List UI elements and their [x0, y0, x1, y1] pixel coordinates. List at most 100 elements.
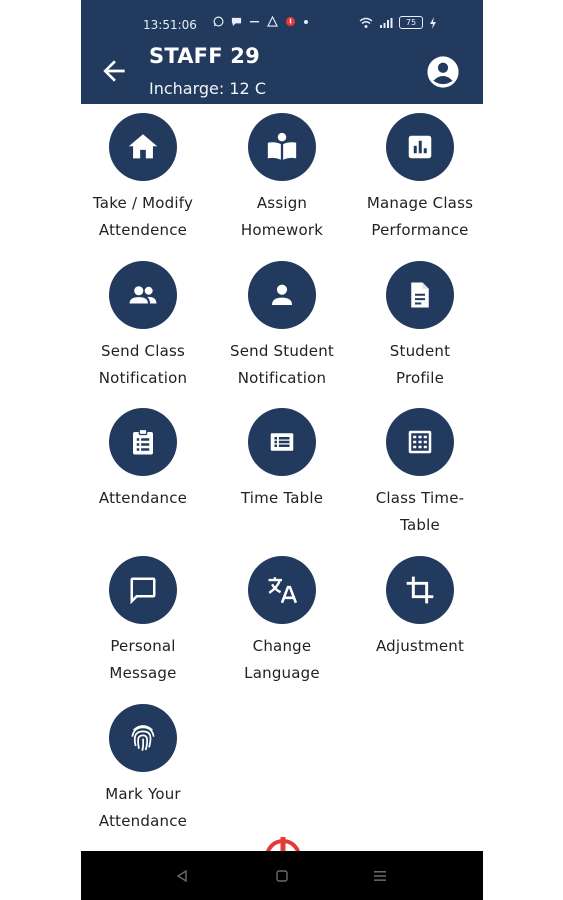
tile-manage-class-performance[interactable]: Manage Class Performance [351, 113, 483, 244]
tile-send-class-notification[interactable]: Send Class Notification [81, 261, 212, 392]
tile-label: Personal Message [81, 633, 212, 687]
clipboard-icon [133, 428, 153, 455]
tile-label-line-1: Time Table [240, 489, 324, 507]
tile-label-line-2: Attendance [98, 812, 188, 830]
tile-personal-message[interactable]: Personal Message [81, 556, 212, 687]
tile-label: Take / Modify Attendence [81, 190, 212, 244]
nav-recents-icon [374, 871, 386, 881]
nav-home-button[interactable] [271, 865, 293, 887]
system-nav-bar [81, 851, 483, 900]
app-bar: 13:51:06 75 STAFF 29 Incharge: 12 C [81, 0, 483, 104]
notification-icons [213, 16, 309, 27]
tile-label-line-1: Manage Class [366, 194, 474, 212]
tile-label-line-1: Change [252, 637, 312, 655]
fingerprint-icon [131, 725, 155, 751]
bar-chart-icon [408, 135, 432, 159]
tile-student-profile[interactable]: Student Profile [351, 261, 483, 392]
signal-icon [379, 17, 393, 29]
tile-label: Time Table [213, 485, 351, 512]
tile-mark-your-attendance[interactable]: Mark Your Attendance [81, 704, 212, 835]
battery-level: 75 [405, 18, 417, 27]
nav-recents-button[interactable] [369, 865, 391, 887]
document-icon [411, 282, 429, 308]
page-subtitle: Incharge: 12 C [149, 79, 266, 98]
tile-label-line-1: Student [389, 342, 451, 360]
dash-icon [249, 16, 260, 27]
page-title: STAFF 29 [149, 44, 260, 68]
crop-icon [406, 576, 434, 604]
tile-label-line-2: Language [244, 664, 320, 682]
account-circle-icon [427, 56, 459, 88]
tile-label: Send Class Notification [81, 338, 212, 392]
tile-attendance[interactable]: Attendance [81, 408, 212, 512]
group-icon [129, 286, 157, 304]
tile-label-line-2: Message [109, 664, 177, 682]
phone-screen: 13:51:06 75 STAFF 29 Incharge: 12 C Take… [81, 0, 483, 900]
tile-change-language[interactable]: Change Language [213, 556, 351, 687]
profile-button[interactable] [426, 55, 460, 89]
tile-label-line-1: Class Time- [375, 489, 465, 507]
tile-send-student-notification[interactable]: Send Student Notification [213, 261, 351, 392]
tile-icon-circle [109, 261, 177, 329]
tile-icon-circle [109, 704, 177, 772]
tile-label-line-2: Notification [237, 369, 327, 387]
tile-label: Mark Your Attendance [81, 781, 212, 835]
tile-label-line-1: Mark Your [105, 785, 181, 803]
nav-back-icon [176, 869, 187, 883]
status-bar: 13:51:06 75 [81, 14, 483, 36]
tile-label: Adjustment [351, 633, 483, 660]
tile-icon-circle [386, 113, 454, 181]
whatsapp-icon [213, 16, 224, 27]
person-icon [272, 284, 292, 305]
nav-home-icon [276, 870, 288, 882]
tile-label: Student Profile [351, 338, 483, 392]
chat-icon [231, 16, 242, 27]
tile-label-line-1: Take / Modify [92, 194, 194, 212]
dot-icon [303, 19, 309, 25]
translate-icon [268, 577, 298, 604]
chat-bubble-icon [130, 577, 156, 605]
tile-icon-circle [109, 408, 177, 476]
tile-label-line-1: Attendance [98, 489, 188, 507]
tile-label-line-1: Send Class [100, 342, 185, 360]
tile-label-line-2: Attendence [98, 221, 188, 239]
tile-label-line-2: Homework [240, 221, 324, 239]
tile-icon-circle [248, 261, 316, 329]
tile-take-modify-attendence[interactable]: Take / Modify Attendence [81, 113, 212, 244]
book-reader-icon [267, 132, 297, 160]
tile-label: Send Student Notification [213, 338, 351, 392]
status-time: 13:51:06 [143, 18, 197, 32]
tile-label: Manage Class Performance [351, 190, 483, 244]
tile-label-line-2: Table [400, 516, 440, 534]
battery-icon: 75 [399, 16, 423, 29]
tile-label-line-1: Adjustment [375, 637, 465, 655]
system-status-icons: 75 [359, 16, 437, 29]
tile-icon-circle [109, 113, 177, 181]
tile-time-table[interactable]: Time Table [213, 408, 351, 512]
tile-class-time-table[interactable]: Class Time- Table [351, 408, 483, 539]
tile-icon-circle [248, 113, 316, 181]
tile-icon-circle [109, 556, 177, 624]
tile-label-line-2: Profile [395, 369, 445, 387]
arrow-back-icon [103, 60, 125, 82]
tile-icon-circle [386, 261, 454, 329]
list-icon [270, 433, 294, 451]
charging-icon [429, 16, 437, 29]
app-icon [285, 16, 296, 27]
tile-label-line-1: Personal [110, 637, 176, 655]
tile-assign-homework[interactable]: Assign Homework [213, 113, 351, 244]
wifi-icon [359, 17, 373, 29]
tile-icon-circle [248, 556, 316, 624]
back-button[interactable] [97, 54, 131, 88]
tile-label: Change Language [213, 633, 351, 687]
calendar-grid-icon [408, 430, 432, 454]
tile-icon-circle [386, 408, 454, 476]
tile-label-line-2: Notification [98, 369, 188, 387]
alert-icon [267, 16, 278, 27]
tile-label: Class Time- Table [351, 485, 483, 539]
tile-label-line-2: Performance [371, 221, 469, 239]
nav-back-button[interactable] [171, 865, 193, 887]
tile-adjustment[interactable]: Adjustment [351, 556, 483, 660]
tile-icon-circle [386, 556, 454, 624]
tile-label-line-1: Send Student [230, 342, 334, 360]
